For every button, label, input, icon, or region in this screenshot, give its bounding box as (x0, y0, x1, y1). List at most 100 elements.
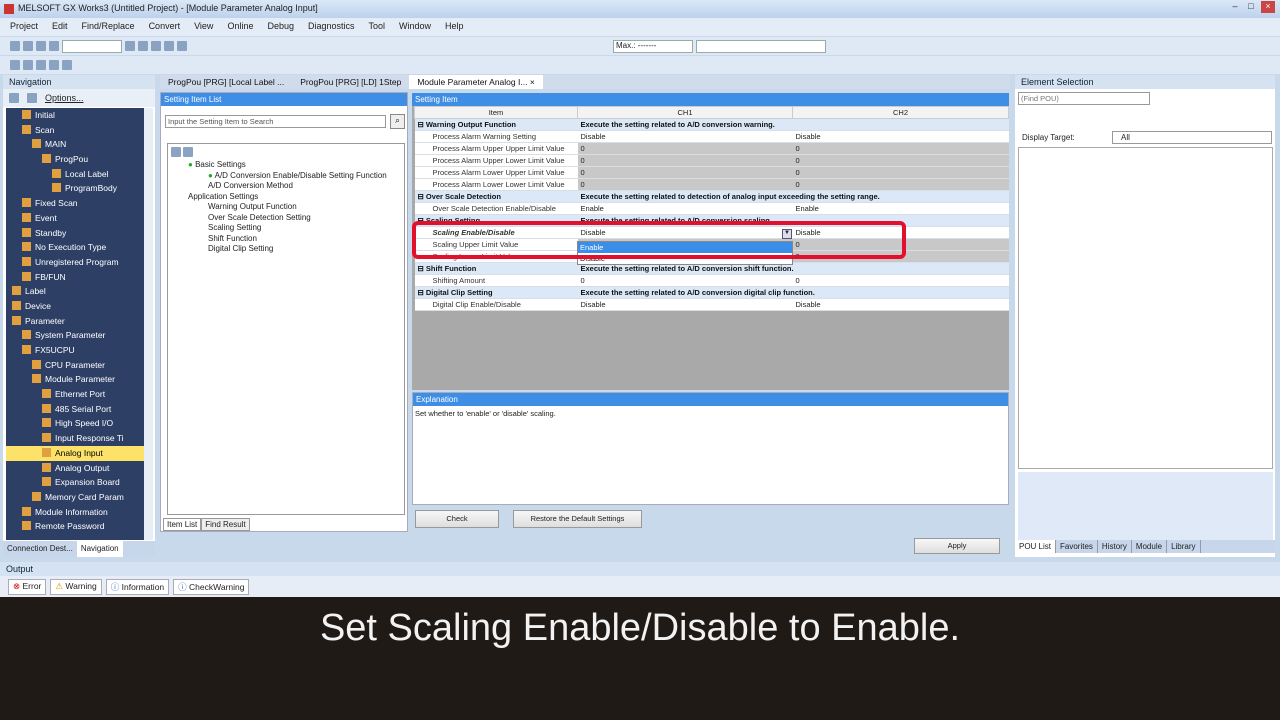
group-row[interactable]: ⊟ Warning Output Function Execute the set… (414, 118, 1009, 131)
ch1-value[interactable]: Enable (577, 202, 793, 215)
ch2-value[interactable]: 0 (792, 178, 1009, 191)
toolbar-combo-2[interactable] (696, 39, 826, 53)
ch2-value[interactable]: Disable (792, 130, 1009, 143)
menu-project[interactable]: Project (10, 21, 38, 36)
menu-window[interactable]: Window (399, 21, 431, 36)
redo-icon[interactable] (177, 41, 187, 51)
paste-icon[interactable] (151, 41, 161, 51)
apply-button[interactable]: Apply (914, 538, 1000, 554)
tab-ld[interactable]: ProgPou [PRG] [LD] 1Step (292, 75, 409, 89)
ch2-value[interactable]: Enable (792, 202, 1009, 215)
open-icon[interactable] (23, 41, 33, 51)
nav-item[interactable]: Analog Input (6, 445, 144, 461)
nav-item[interactable]: Unregistered Program (6, 255, 144, 270)
tab-library[interactable]: Library (1167, 540, 1201, 553)
setting-tree-item[interactable]: Warning Output Function (168, 202, 404, 213)
navigation-scrollbar[interactable] (144, 108, 153, 540)
save-icon[interactable] (36, 41, 46, 51)
ch1-value[interactable]: 0 (577, 154, 793, 167)
ch1-value[interactable]: Disable (577, 298, 793, 311)
tab-connection-destination[interactable]: Connection Dest... (3, 541, 77, 557)
nav-item[interactable]: ProgramBody (6, 181, 144, 196)
binoculars-icon[interactable]: ⌕ (390, 114, 405, 129)
expand-all-icon[interactable] (171, 147, 181, 157)
minimize-button[interactable]: – (1228, 1, 1242, 13)
options-button[interactable]: Options... (45, 93, 84, 103)
print-icon[interactable] (49, 41, 59, 51)
tool-icon[interactable] (62, 60, 72, 70)
nav-item[interactable]: Memory Card Param (6, 490, 144, 505)
setting-tree-item[interactable]: A/D Conversion Method (168, 181, 404, 192)
tab-module[interactable]: Module (1132, 540, 1168, 553)
ch1-value[interactable]: 0 (577, 274, 793, 287)
nav-item[interactable]: Device (6, 299, 144, 314)
tab-warning[interactable]: ⚠ Warning (50, 579, 102, 595)
nav-item[interactable]: Input Response Ti (6, 431, 144, 446)
menu-tool[interactable]: Tool (369, 21, 386, 36)
ch2-value[interactable]: 0 (792, 142, 1009, 155)
undo-icon[interactable] (164, 41, 174, 51)
nav-item[interactable]: Fixed Scan (6, 196, 144, 211)
group-name[interactable]: ⊟ Over Scale Detection (414, 190, 578, 203)
nav-item[interactable]: High Speed I/O (6, 416, 144, 431)
ch2-value[interactable]: 0 (792, 166, 1009, 179)
nav-item[interactable]: Ethernet Port (6, 387, 144, 402)
setting-tree-item[interactable]: Scaling Setting (168, 223, 404, 234)
tab-error[interactable]: ⊗ Error (8, 579, 47, 595)
table-row[interactable]: Digital Clip Enable/Disable Disable Disabl… (414, 298, 1009, 311)
tab-item-list[interactable]: Item List (163, 518, 202, 531)
tab-pou-list[interactable]: POU List (1015, 540, 1057, 553)
menu-view[interactable]: View (194, 21, 213, 36)
toolbar-combo[interactable] (62, 39, 122, 53)
nav-item[interactable]: System Parameter (6, 328, 144, 343)
setting-tree-item[interactable]: Digital Clip Setting (168, 244, 404, 255)
close-tab-icon[interactable]: × (530, 77, 535, 87)
tab-module-parameter[interactable]: Module Parameter Analog I... × (409, 75, 543, 89)
setting-tree-item[interactable]: ● A/D Conversion Enable/Disable Setting … (168, 171, 404, 182)
max-combo[interactable]: Max.: ------- (613, 39, 693, 53)
tab-checkwarning[interactable]: ⓘ CheckWarning (173, 579, 250, 595)
nav-item[interactable]: CPU Parameter (6, 358, 144, 373)
display-target-select[interactable]: All (1112, 131, 1272, 144)
ch2-value[interactable]: Disable (792, 298, 1009, 311)
collapse-icon[interactable] (27, 93, 37, 103)
tool-icon[interactable] (10, 60, 20, 70)
menu-edit[interactable]: Edit (52, 21, 68, 36)
menu-diagnostics[interactable]: Diagnostics (308, 21, 355, 36)
ch2-value[interactable]: 0 (792, 154, 1009, 167)
setting-tree-item[interactable]: Application Settings (168, 192, 404, 203)
nav-item[interactable]: Module Parameter (6, 372, 144, 387)
nav-item[interactable]: Initial (6, 108, 144, 123)
tab-local-label[interactable]: ProgPou [PRG] [Local Label ... (160, 75, 292, 89)
nav-item[interactable]: Parameter (6, 314, 144, 329)
nav-item[interactable]: Standby (6, 226, 144, 241)
nav-item[interactable]: Event (6, 211, 144, 226)
restore-defaults-button[interactable]: Restore the Default Settings (513, 510, 642, 528)
new-icon[interactable] (10, 41, 20, 51)
group-row[interactable]: ⊟ Digital Clip Setting Execute the settin… (414, 286, 1009, 299)
table-row[interactable]: Process Alarm Lower Lower Limit Value 0 0 (414, 178, 1009, 191)
group-name[interactable]: ⊟ Warning Output Function (414, 118, 578, 131)
nav-item[interactable]: No Execution Type (6, 240, 144, 255)
tab-history[interactable]: History (1098, 540, 1132, 553)
ch1-value[interactable]: Disable (577, 130, 793, 143)
setting-search-input[interactable]: Input the Setting Item to Search (165, 115, 386, 128)
check-button[interactable]: Check (415, 510, 499, 528)
cut-icon[interactable] (125, 41, 135, 51)
find-pou-input[interactable]: (Find POU) (1018, 92, 1150, 105)
expand-icon[interactable] (9, 93, 19, 103)
close-button[interactable]: × (1261, 1, 1275, 13)
nav-item[interactable]: Remote Password (6, 519, 144, 534)
group-row[interactable]: ⊟ Over Scale Detection Execute the settin… (414, 190, 1009, 203)
table-row[interactable]: Over Scale Detection Enable/Disable Enabl… (414, 202, 1009, 215)
menu-help[interactable]: Help (445, 21, 464, 36)
nav-item[interactable]: 485 Serial Port (6, 402, 144, 417)
group-name[interactable]: ⊟ Digital Clip Setting (414, 286, 578, 299)
setting-tree-item[interactable]: Shift Function (168, 234, 404, 245)
menu-find-replace[interactable]: Find/Replace (82, 21, 135, 36)
nav-item[interactable]: MAIN (6, 137, 144, 152)
menu-convert[interactable]: Convert (149, 21, 181, 36)
nav-item[interactable]: FX5UCPU (6, 343, 144, 358)
nav-item[interactable]: Expansion Board (6, 475, 144, 490)
setting-tree-item[interactable]: Over Scale Detection Setting (168, 213, 404, 224)
